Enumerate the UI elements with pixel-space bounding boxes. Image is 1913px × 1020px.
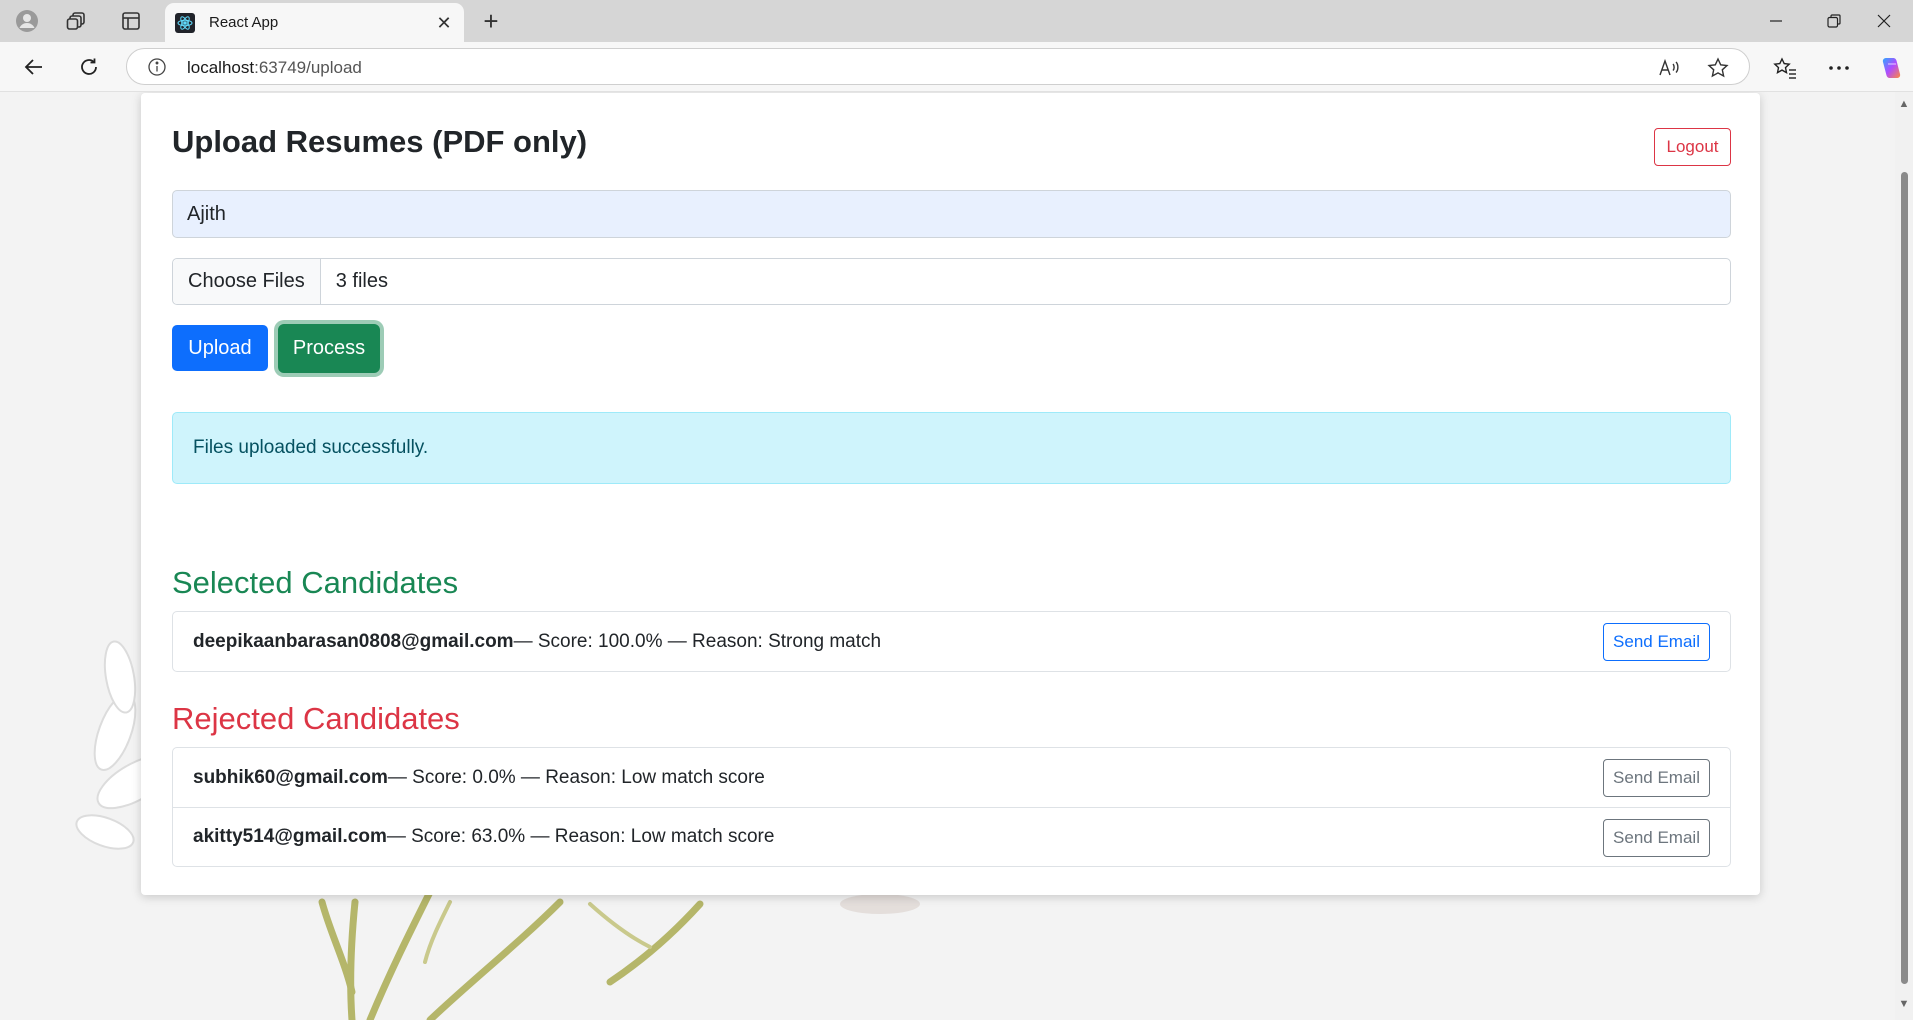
workspaces-icon[interactable] <box>60 5 94 37</box>
read-aloud-icon[interactable] <box>1656 55 1682 81</box>
scroll-up-arrow-icon[interactable]: ▲ <box>1898 98 1910 110</box>
site-info-icon[interactable] <box>147 57 167 77</box>
upload-success-alert: Files uploaded successfully. <box>172 412 1731 484</box>
candidate-email: akitty514@gmail.com <box>193 826 387 847</box>
process-button[interactable]: Process <box>278 324 380 373</box>
file-input[interactable]: Choose Files 3 files <box>172 258 1731 305</box>
selected-files-count: 3 files <box>335 270 388 292</box>
rejected-candidates-heading: Rejected Candidates <box>172 701 460 736</box>
new-tab-icon[interactable]: + <box>474 6 508 36</box>
candidate-detail: — Score: 0.0% — Reason: Low match score <box>387 766 765 788</box>
page-viewport: Upload Resumes (PDF only) Logout Choose … <box>0 92 1895 1020</box>
scroll-thumb[interactable] <box>1901 172 1908 984</box>
name-input[interactable] <box>172 190 1731 238</box>
page-title: Upload Resumes (PDF only) <box>172 124 588 159</box>
close-window-icon[interactable] <box>1855 0 1913 42</box>
alert-message: Files uploaded successfully. <box>193 437 429 458</box>
selected-candidates-heading: Selected Candidates <box>172 565 459 600</box>
minimize-icon[interactable] <box>1747 0 1805 42</box>
list-item: akitty514@gmail.com — Score: 63.0% — Rea… <box>173 807 1730 866</box>
browser-tab-bar: React App ✕ + <box>0 0 1913 42</box>
candidate-email: subhik60@gmail.com <box>193 766 388 788</box>
rejected-candidates-list: subhik60@gmail.com — Score: 0.0% — Reaso… <box>172 747 1731 867</box>
page-scrollbar[interactable]: ▲ ▼ <box>1895 92 1913 1020</box>
upload-button[interactable]: Upload <box>172 325 268 371</box>
send-email-button[interactable]: Send Email <box>1603 623 1710 661</box>
favorites-icon[interactable] <box>1768 51 1802 85</box>
back-arrow-icon[interactable] <box>16 49 52 85</box>
candidate-detail: — Score: 63.0% — Reason: Low match score <box>386 826 775 847</box>
candidate-detail: — Score: 100.0% — Reason: Strong match <box>513 630 882 652</box>
more-menu-icon[interactable] <box>1822 51 1856 85</box>
browser-tab-active[interactable]: React App ✕ <box>165 3 464 42</box>
send-email-button[interactable]: Send Email <box>1603 819 1710 857</box>
selected-candidates-list: deepikaanbarasan0808@gmail.com — Score: … <box>172 611 1731 672</box>
logout-button[interactable]: Logout <box>1654 128 1731 166</box>
candidate-email: deepikaanbarasan0808@gmail.com <box>193 630 514 652</box>
close-tab-icon[interactable]: ✕ <box>430 9 458 37</box>
scroll-down-arrow-icon[interactable]: ▼ <box>1898 998 1910 1010</box>
refresh-icon[interactable] <box>71 49 107 85</box>
address-bar[interactable]: localhost:63749/upload <box>126 48 1750 85</box>
react-logo-icon <box>175 12 195 33</box>
upload-card: Upload Resumes (PDF only) Logout Choose … <box>141 93 1760 895</box>
list-item: deepikaanbarasan0808@gmail.com — Score: … <box>173 612 1730 671</box>
send-email-button[interactable]: Send Email <box>1603 759 1710 797</box>
url-text: localhost:63749/upload <box>187 58 362 77</box>
list-item: subhik60@gmail.com — Score: 0.0% — Reaso… <box>173 748 1730 807</box>
vertical-tabs-icon[interactable] <box>114 5 148 37</box>
favorite-star-icon[interactable] <box>1705 55 1731 81</box>
copilot-icon[interactable] <box>1874 51 1908 85</box>
choose-files-button[interactable]: Choose Files <box>173 259 321 304</box>
browser-toolbar: localhost:63749/upload <box>0 42 1913 92</box>
profile-icon[interactable] <box>10 5 44 37</box>
tab-title: React App <box>209 14 279 31</box>
